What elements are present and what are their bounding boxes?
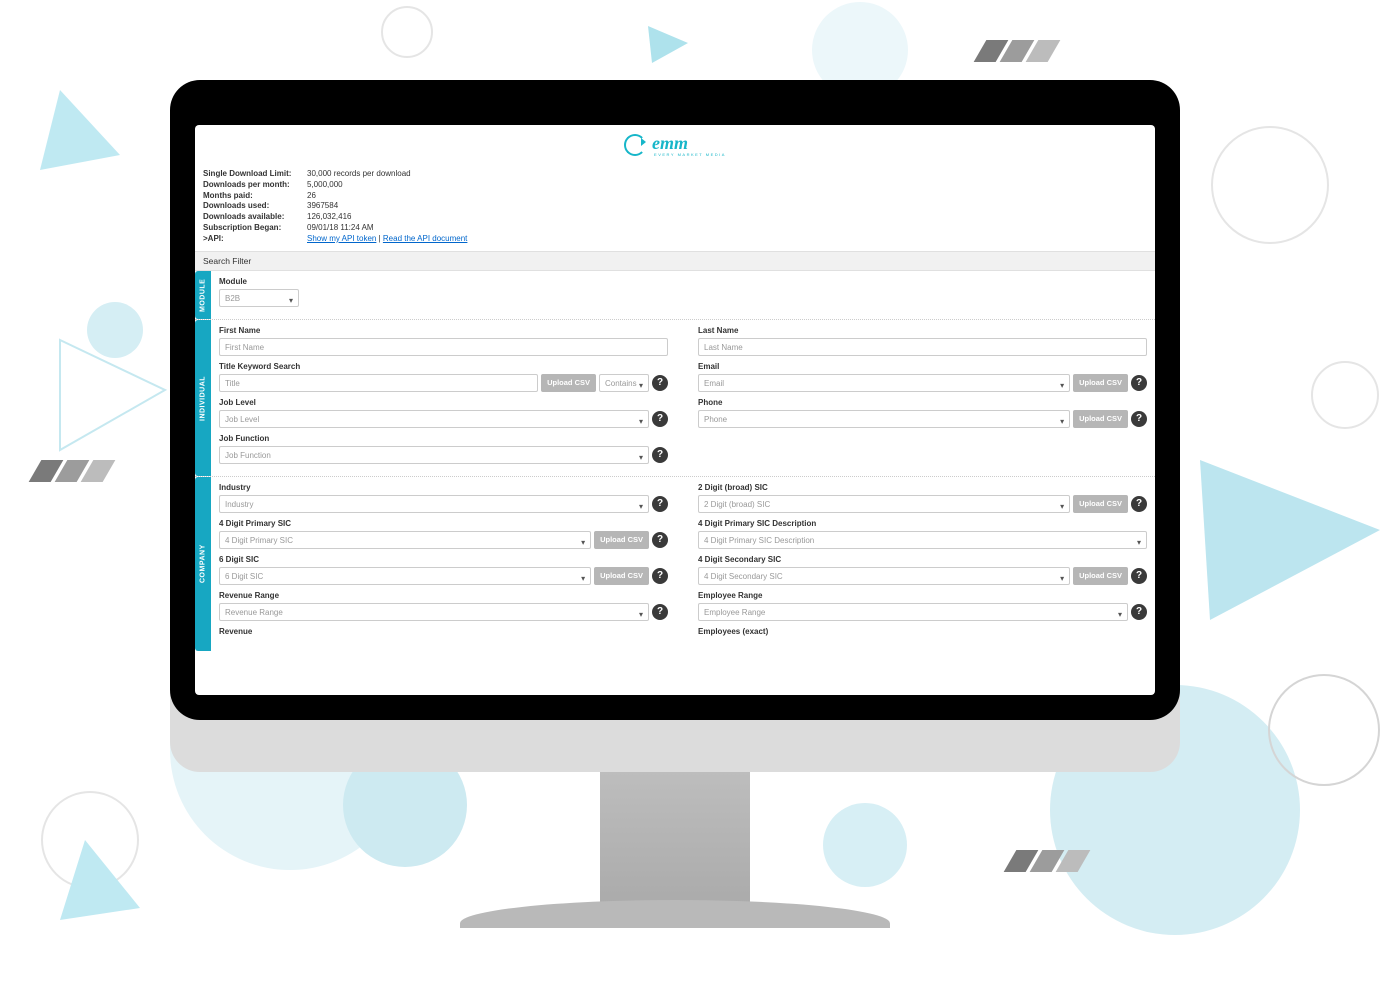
limit-value: 30,000 records per download xyxy=(307,169,411,180)
decor-circle xyxy=(820,800,910,890)
decor-triangle xyxy=(60,840,150,930)
decor-stripes xyxy=(29,460,116,482)
side-tab-individual: INDIVIDUAL xyxy=(195,320,211,476)
sic6-label: 6 Digit SIC xyxy=(219,555,668,564)
decor-play xyxy=(640,18,695,73)
decor-circle xyxy=(1310,360,1380,430)
help-icon[interactable]: ? xyxy=(652,532,668,548)
used-label: Downloads used: xyxy=(203,201,303,212)
rev-range-label: Revenue Range xyxy=(219,591,668,600)
rev-range-select[interactable]: Revenue Range xyxy=(219,603,649,621)
tab-search-filter[interactable]: Search Filter xyxy=(195,251,1155,271)
industry-select[interactable]: Industry xyxy=(219,495,649,513)
phone-input[interactable]: Phone xyxy=(698,410,1070,428)
sic4-label: 4 Digit Primary SIC xyxy=(219,519,668,528)
sic4sec-label: 4 Digit Secondary SIC xyxy=(698,555,1147,564)
dpm-label: Downloads per month: xyxy=(203,180,303,191)
months-value: 26 xyxy=(307,191,316,202)
phone-label: Phone xyxy=(698,398,1147,407)
job-level-label: Job Level xyxy=(219,398,668,407)
logo-tagline: EVERY MARKET MEDIA xyxy=(654,152,726,157)
section-individual: INDIVIDUAL First Name First Name Last Na… xyxy=(195,320,1155,477)
email-input[interactable]: Email xyxy=(698,374,1070,392)
decor-stripes xyxy=(1004,850,1091,872)
logo-icon xyxy=(624,134,646,156)
title-input[interactable]: Title xyxy=(219,374,538,392)
sic2-label: 2 Digit (broad) SIC xyxy=(698,483,1147,492)
help-icon[interactable]: ? xyxy=(652,496,668,512)
decor-play xyxy=(1200,430,1400,630)
sub-label: Subscription Began: xyxy=(203,223,303,234)
help-icon[interactable]: ? xyxy=(1131,496,1147,512)
side-tab-company: COMPANY xyxy=(195,477,211,651)
account-info: Single Download Limit: 30,000 records per… xyxy=(195,165,1155,251)
module-select[interactable]: B2B xyxy=(219,289,299,307)
email-label: Email xyxy=(698,362,1147,371)
sic4desc-select[interactable]: 4 Digit Primary SIC Description xyxy=(698,531,1147,549)
screen: emm EVERY MARKET MEDIA Single Download L… xyxy=(195,125,1155,695)
decor-circle xyxy=(1264,670,1384,790)
help-icon[interactable]: ? xyxy=(1131,568,1147,584)
emp-range-label: Employee Range xyxy=(698,591,1147,600)
emp-range-select[interactable]: Employee Range xyxy=(698,603,1128,621)
sic6-upload-csv-button[interactable]: Upload CSV xyxy=(594,567,649,585)
module-label: Module xyxy=(219,277,299,286)
months-label: Months paid: xyxy=(203,191,303,202)
api-label: >API: xyxy=(203,234,303,245)
sic4-select[interactable]: 4 Digit Primary SIC xyxy=(219,531,591,549)
employees-label: Employees (exact) xyxy=(698,627,1147,636)
help-icon[interactable]: ? xyxy=(1131,411,1147,427)
help-icon[interactable]: ? xyxy=(1131,604,1147,620)
title-match-select[interactable]: Contains xyxy=(599,374,649,392)
title-label: Title Keyword Search xyxy=(219,362,668,371)
section-module: MODULE Module B2B xyxy=(195,271,1155,320)
industry-label: Industry xyxy=(219,483,668,492)
help-icon[interactable]: ? xyxy=(1131,375,1147,391)
sic4sec-select[interactable]: 4 Digit Secondary SIC xyxy=(698,567,1070,585)
decor-triangle xyxy=(40,90,130,180)
sic2-select[interactable]: 2 Digit (broad) SIC xyxy=(698,495,1070,513)
help-icon[interactable]: ? xyxy=(652,447,668,463)
sic2-upload-csv-button[interactable]: Upload CSV xyxy=(1073,495,1128,513)
sub-value: 09/01/18 11:24 AM xyxy=(307,223,374,234)
first-name-input[interactable]: First Name xyxy=(219,338,668,356)
section-company: COMPANY Industry Industry ? 2 Digit (bro… xyxy=(195,477,1155,651)
job-fn-select[interactable]: Job Function xyxy=(219,446,649,464)
decor-circle xyxy=(1210,125,1330,245)
logo-text: emm xyxy=(652,133,726,154)
email-upload-csv-button[interactable]: Upload CSV xyxy=(1073,374,1128,392)
help-icon[interactable]: ? xyxy=(652,375,668,391)
monitor-frame: emm EVERY MARKET MEDIA Single Download L… xyxy=(170,80,1180,720)
sic4desc-label: 4 Digit Primary SIC Description xyxy=(698,519,1147,528)
sic4sec-upload-csv-button[interactable]: Upload CSV xyxy=(1073,567,1128,585)
last-name-input[interactable]: Last Name xyxy=(698,338,1147,356)
avail-label: Downloads available: xyxy=(203,212,303,223)
last-name-label: Last Name xyxy=(698,326,1147,335)
decor-stripes xyxy=(974,40,1061,62)
first-name-label: First Name xyxy=(219,326,668,335)
sic6-select[interactable]: 6 Digit SIC xyxy=(219,567,591,585)
sic4-upload-csv-button[interactable]: Upload CSV xyxy=(594,531,649,549)
revenue-label: Revenue xyxy=(219,627,668,636)
dpm-value: 5,000,000 xyxy=(307,180,343,191)
monitor-base xyxy=(460,900,890,928)
used-value: 3967584 xyxy=(307,201,338,212)
limit-label: Single Download Limit: xyxy=(203,169,303,180)
title-upload-csv-button[interactable]: Upload CSV xyxy=(541,374,596,392)
api-doc-link[interactable]: Read the API document xyxy=(383,234,468,243)
avail-value: 126,032,416 xyxy=(307,212,352,223)
help-icon[interactable]: ? xyxy=(652,604,668,620)
decor-circle xyxy=(380,5,435,60)
help-icon[interactable]: ? xyxy=(652,568,668,584)
api-token-link[interactable]: Show my API token xyxy=(307,234,376,243)
phone-upload-csv-button[interactable]: Upload CSV xyxy=(1073,410,1128,428)
job-level-select[interactable]: Job Level xyxy=(219,410,649,428)
job-fn-label: Job Function xyxy=(219,434,668,443)
monitor-stand xyxy=(600,758,750,918)
help-icon[interactable]: ? xyxy=(652,411,668,427)
decor-play-outline xyxy=(50,330,180,460)
logo: emm EVERY MARKET MEDIA xyxy=(624,133,726,157)
logo-bar: emm EVERY MARKET MEDIA xyxy=(195,125,1155,165)
side-tab-module: MODULE xyxy=(195,271,211,319)
